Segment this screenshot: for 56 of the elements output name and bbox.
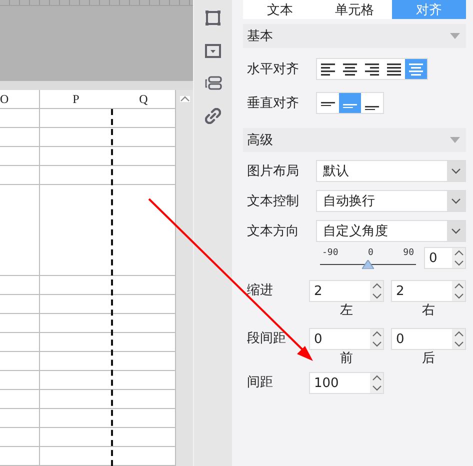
number-spinbox[interactable]: 0 <box>391 328 466 350</box>
field-caption: 前 <box>340 350 353 368</box>
section-header[interactable]: 高级 <box>243 128 466 152</box>
scroll-up-icon[interactable] <box>180 96 190 102</box>
link-icon[interactable] <box>205 108 221 124</box>
select-field[interactable]: 自定义角度 <box>316 220 466 242</box>
field-label: 垂直对齐 <box>246 95 300 112</box>
field-label: 文本控制 <box>246 193 300 210</box>
spin-arrows-icon[interactable] <box>454 249 464 267</box>
number-spinbox[interactable]: 2 <box>391 280 466 302</box>
angle-spinbox[interactable]: 0 <box>424 247 466 269</box>
align-icon <box>343 104 357 108</box>
dropdown-icon[interactable] <box>205 44 221 58</box>
select-field[interactable]: 默认 <box>316 160 466 182</box>
chevron-down-icon <box>451 198 461 204</box>
field-label: 间距 <box>246 374 274 392</box>
tick-label: 90 <box>403 248 414 258</box>
align-icon <box>408 62 424 76</box>
section-header[interactable]: 基本 <box>243 24 466 48</box>
align-icon <box>364 62 380 76</box>
column-header[interactable]: P <box>40 90 112 108</box>
scrollbar[interactable] <box>176 90 193 466</box>
chevron-down-icon <box>451 168 461 174</box>
section-title: 基本 <box>247 28 273 45</box>
slider-thumb[interactable] <box>362 260 374 268</box>
field-label: 文本方向 <box>246 223 300 240</box>
number-spinbox[interactable]: 0 <box>309 328 384 350</box>
field-label: 缩进 <box>246 282 274 300</box>
align-icon <box>342 62 358 76</box>
chevron-down-icon <box>451 228 461 234</box>
number-spinbox[interactable]: 2 <box>309 280 384 302</box>
align-icon <box>320 62 336 76</box>
number-spinbox[interactable]: 100 <box>309 372 384 394</box>
field-label: 水平对齐 <box>246 61 300 78</box>
spin-arrows-icon[interactable] <box>454 330 464 348</box>
field-caption: 后 <box>422 350 435 368</box>
spin-arrows-icon[interactable] <box>372 282 382 300</box>
field-caption: 左 <box>340 302 353 320</box>
field-label: 段间距 <box>246 330 287 348</box>
column-header[interactable]: O <box>0 90 40 108</box>
select-field[interactable]: 自动换行 <box>316 190 466 212</box>
spin-arrows-icon[interactable] <box>372 374 382 392</box>
tick-label: 0 <box>368 248 374 258</box>
tab[interactable]: 单元格 <box>317 0 392 19</box>
spin-arrows-icon[interactable] <box>454 282 464 300</box>
field-label: 图片布局 <box>246 163 300 180</box>
tick-label: -90 <box>322 248 338 258</box>
field-caption: 右 <box>422 302 435 320</box>
section-title: 高级 <box>247 132 273 149</box>
tab[interactable]: 文本 <box>243 0 318 19</box>
border-icon[interactable] <box>205 10 221 26</box>
align-icon <box>365 106 379 110</box>
widget-icon[interactable] <box>204 76 222 90</box>
align-icon <box>321 102 335 106</box>
spin-arrows-icon[interactable] <box>372 330 382 348</box>
align-icon <box>386 62 402 76</box>
